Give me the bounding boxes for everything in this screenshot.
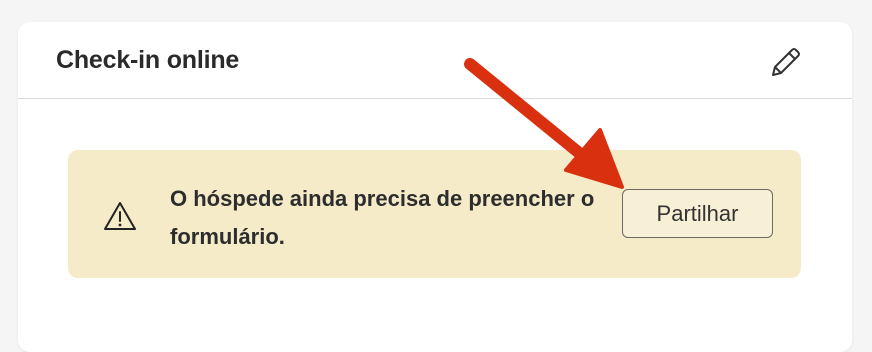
pending-form-notice: O hóspede ainda precisa de preencher o f… (68, 150, 801, 278)
notice-message: O hóspede ainda precisa de preencher o f… (170, 186, 595, 249)
share-button[interactable]: Partilhar (622, 189, 773, 238)
pencil-icon (772, 48, 800, 76)
warning-triangle-icon (104, 202, 136, 230)
check-in-card: Check-in online O hóspede ainda precisa … (18, 22, 852, 352)
card-title: Check-in online (56, 46, 240, 74)
card-header: Check-in online (18, 22, 852, 99)
edit-button[interactable] (764, 40, 808, 84)
